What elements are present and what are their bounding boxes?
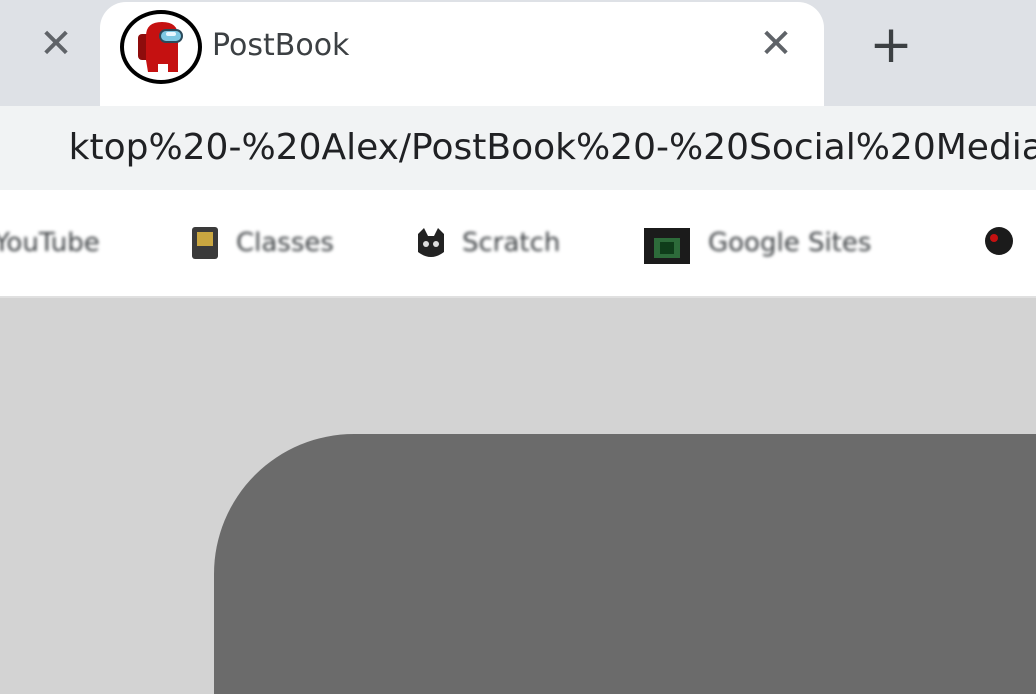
bookmark-more[interactable] <box>980 220 1018 266</box>
page-content <box>0 298 1036 694</box>
content-card <box>214 434 1036 694</box>
red-crewmate-icon <box>120 10 202 84</box>
bookmark-scratch[interactable]: Scratch <box>412 220 560 266</box>
bookmark-icon <box>980 224 1018 262</box>
tab-postbook[interactable]: PostBook ✕ <box>100 2 824 106</box>
cat-icon <box>412 224 450 262</box>
tab-strip: ✕ PostBook ✕ + <box>0 0 1036 106</box>
bookmark-google-sites[interactable]: Google Sites <box>638 220 871 266</box>
notebook-icon <box>186 224 224 262</box>
address-bar[interactable]: ktop%20-%20Alex/PostBook%20-%20Social%20… <box>0 106 1036 190</box>
new-tab-button[interactable]: + <box>862 18 920 76</box>
sites-icon <box>638 224 696 264</box>
browser-toolbar: ktop%20-%20Alex/PostBook%20-%20Social%20… <box>0 106 1036 190</box>
bookmark-classes[interactable]: Classes <box>186 220 334 266</box>
tab-previous[interactable]: ✕ <box>0 0 100 94</box>
bookmark-label: YouTube <box>0 228 100 258</box>
bookmark-label: Scratch <box>462 228 561 258</box>
close-icon[interactable]: ✕ <box>36 24 76 64</box>
url-text[interactable]: ktop%20-%20Alex/PostBook%20-%20Social%20… <box>69 124 1036 172</box>
close-icon[interactable]: ✕ <box>756 24 796 64</box>
bookmark-label: Google Sites <box>708 228 872 258</box>
bookmarks-bar: YouTube Classes Scratch Google Sites <box>0 190 1036 298</box>
bookmark-youtube[interactable]: YouTube <box>0 220 100 266</box>
bookmark-label: Classes <box>236 228 334 258</box>
tab-title: PostBook <box>212 28 350 63</box>
